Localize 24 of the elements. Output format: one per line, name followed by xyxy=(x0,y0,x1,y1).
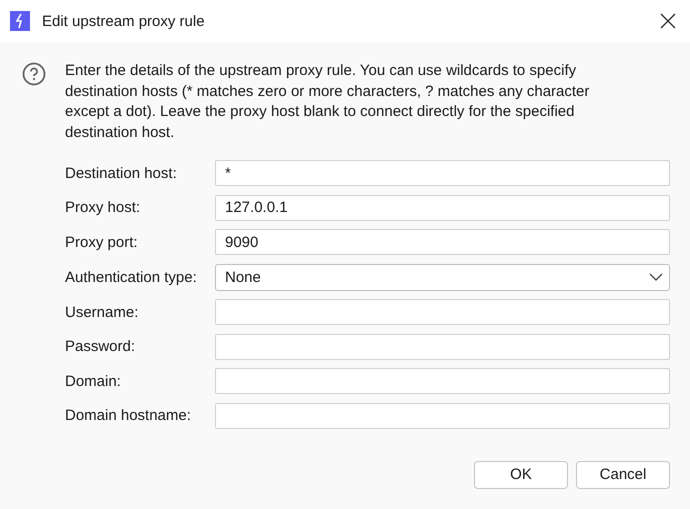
field-label: Domain hostname: xyxy=(65,407,192,424)
field-label: Proxy port: xyxy=(65,234,139,250)
dialog-button[interactable]: Cancel xyxy=(576,460,670,488)
app-logo-icon xyxy=(10,11,30,31)
description-text: Enter the details of the upstream proxy rule. You can use wildcards to specify destination hosts (* matches zero or more characters, ? matches any character except a dot). Leave the proxy host blank to connect directly for the specified destination host. xyxy=(65,61,590,142)
input-field[interactable] xyxy=(215,299,670,325)
help-icon xyxy=(22,62,46,86)
field-label: Destination host: xyxy=(65,164,178,182)
field-label: Domain: xyxy=(65,372,122,390)
input-field[interactable]: 9090 xyxy=(215,229,670,255)
input-field[interactable] xyxy=(215,402,670,428)
close-icon xyxy=(660,13,676,29)
dropdown[interactable]: None xyxy=(215,264,670,290)
dialog-button[interactable]: OK xyxy=(474,460,568,488)
field-label: Authentication type: xyxy=(65,268,198,286)
input-field[interactable]: 127.0.0.1 xyxy=(215,194,670,220)
input-field[interactable] xyxy=(215,334,670,360)
field-label: Username: xyxy=(65,304,140,320)
input-field[interactable]: * xyxy=(215,160,670,186)
chevron-down-icon xyxy=(649,273,663,281)
field-label: Proxy host: xyxy=(65,199,142,216)
window-title: Edit upstream proxy rule xyxy=(42,12,206,30)
input-field[interactable] xyxy=(215,368,670,394)
field-label: Password: xyxy=(65,338,136,355)
